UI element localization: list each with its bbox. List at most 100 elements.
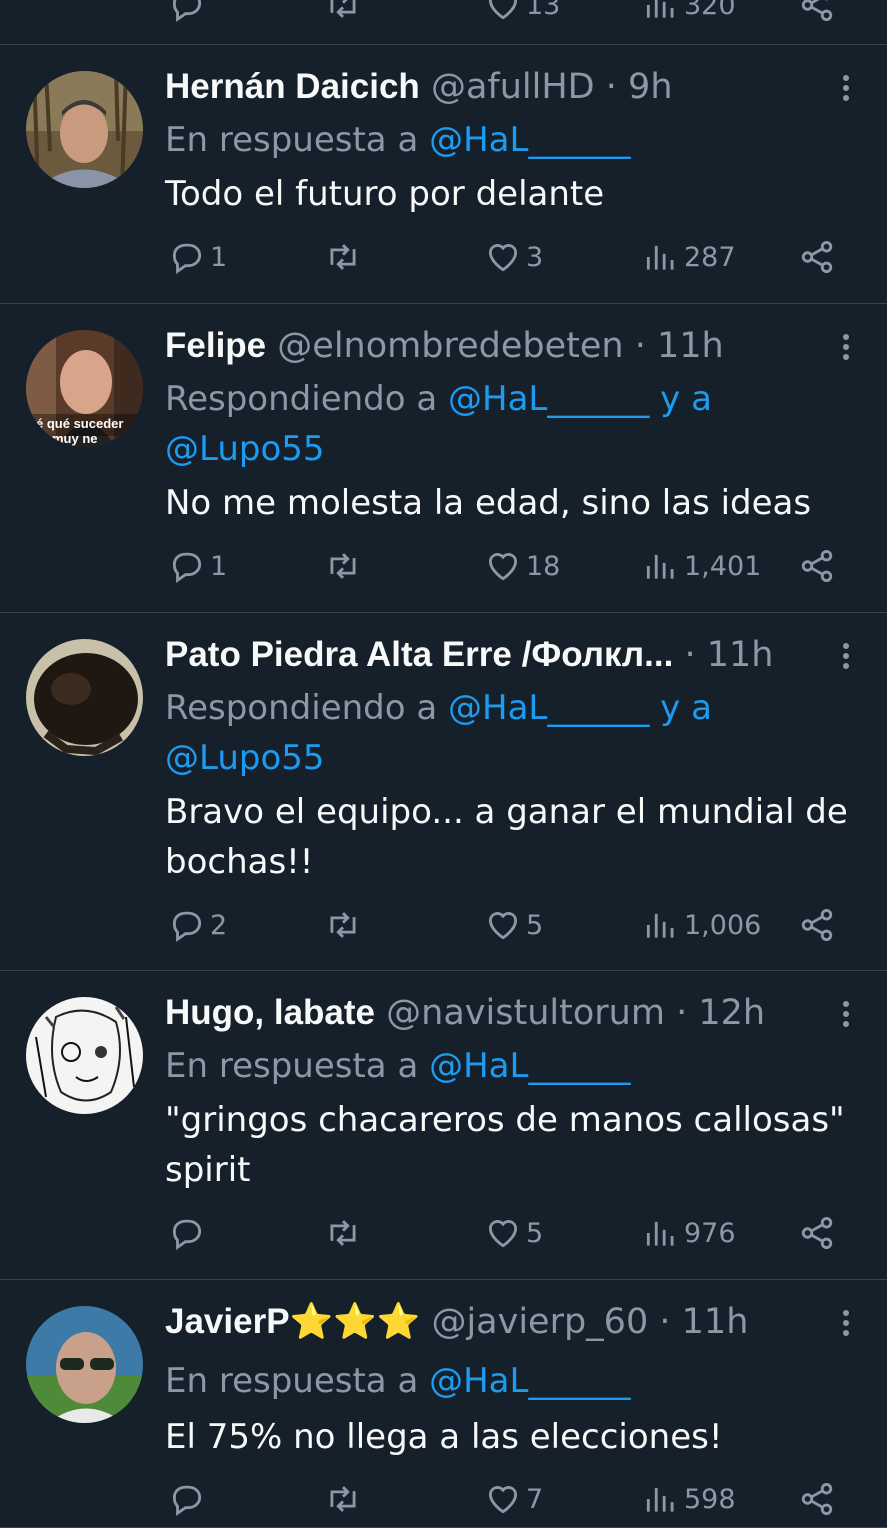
timestamp[interactable]: 9h [628,67,672,107]
more-icon[interactable] [841,1310,851,1340]
reply-prefix: En respuesta a [165,120,419,160]
retweet-button[interactable] [324,1480,362,1518]
tweet[interactable]: JavierP⭐⭐⭐ @javierp_60 · 11h En respuest… [0,1280,887,1528]
share-button[interactable] [798,1214,836,1252]
views-count: 598 [684,1483,736,1515]
avatar[interactable] [26,997,143,1114]
retweet-button[interactable] [324,547,362,585]
heart-icon [488,1486,518,1514]
views-icon [646,245,674,270]
more-icon[interactable] [841,334,851,364]
views-icon [646,554,674,579]
timestamp[interactable]: 11h [682,1302,749,1342]
timestamp[interactable]: 11h [707,635,774,675]
separator-dot: · [605,67,617,107]
avatar-image [26,1306,143,1423]
reply-to-link[interactable]: @HaL______ [429,1361,630,1401]
reply-icon [172,1219,202,1250]
author-name[interactable]: Hernán Daicich [165,67,420,106]
tweet[interactable]: Hugo, labate @navistultorum · 12h En res… [0,971,887,1280]
share-button[interactable] [798,906,836,944]
author-handle[interactable]: @javierp_60 [431,1302,648,1342]
heart-icon [488,0,518,20]
reply-button[interactable]: 1 [168,547,227,585]
retweet-button[interactable] [324,0,362,24]
retweet-button[interactable] [324,238,362,276]
like-button[interactable]: 3 [484,238,543,276]
views-button[interactable]: 287 [642,238,736,276]
like-button[interactable]: 5 [484,1214,543,1252]
views-button[interactable]: 320 [642,0,736,24]
reply-context: En respuesta a @HaL______ [165,115,847,165]
avatar[interactable] [26,1306,143,1423]
author-name[interactable]: JavierP⭐⭐⭐ [165,1302,420,1341]
separator-dot: · [634,326,646,366]
retweet-button[interactable] [324,906,362,944]
reply-prefix: En respuesta a [165,1046,419,1086]
tweet[interactable]: Hernán Daicich @afullHD · 9h En respuest… [0,45,887,304]
heart-icon [488,244,518,272]
reply-context: En respuesta a @HaL______ [165,1356,847,1406]
avatar[interactable]: é qué suceder muy ne [26,330,143,447]
more-icon[interactable] [841,643,851,673]
share-button[interactable] [798,1480,836,1518]
avatar[interactable] [26,639,143,756]
share-button[interactable] [798,238,836,276]
share-button[interactable] [798,547,836,585]
retweet-icon [330,1486,356,1512]
author-handle[interactable]: @elnombredebeten [277,326,623,366]
like-button[interactable]: 18 [484,547,560,585]
like-button[interactable]: 13 [484,0,560,24]
reply-button[interactable]: 2 [168,906,227,944]
views-count: 976 [684,1217,736,1249]
author-handle[interactable]: @afullHD [431,67,595,107]
reply-to-link[interactable]: @Lupo55 [165,738,325,778]
share-icon [801,909,833,941]
avatar[interactable] [26,71,143,188]
reply-prefix: Respondiendo a [165,688,438,728]
reply-to-link[interactable]: @HaL______ [429,120,630,160]
like-count: 18 [526,550,561,582]
more-icon[interactable] [841,75,851,105]
timestamp[interactable]: 11h [657,326,724,366]
reply-to-link[interactable]: @HaL______ [448,688,649,728]
views-icon [646,1221,674,1246]
timestamp[interactable]: 12h [698,993,765,1033]
author-name[interactable]: Felipe [165,326,266,365]
reply-count: 1 [210,550,228,582]
views-button[interactable]: 1,006 [642,906,761,944]
like-count: 13 [526,0,561,21]
views-count: 1,006 [684,909,762,941]
author-handle[interactable]: @navistultorum [386,993,665,1033]
tweet[interactable]: é qué suceder muy ne Felipe @elnombredeb… [0,304,887,613]
reply-button[interactable] [168,1480,210,1518]
reply-to-link[interactable]: @HaL______ [429,1046,630,1086]
retweet-icon [330,553,356,579]
reply-button[interactable] [168,0,206,24]
like-button[interactable]: 7 [484,1480,543,1518]
share-icon [801,241,833,273]
author-name[interactable]: Hugo, labate [165,993,375,1032]
reply-prefix: Respondiendo a [165,379,438,419]
like-button[interactable]: 5 [484,906,543,944]
tweet-text: El 75% no llega a las elecciones! [165,1417,723,1457]
retweet-icon [330,912,356,938]
retweet-button[interactable] [324,1214,362,1252]
views-button[interactable]: 1,401 [642,547,761,585]
reply-to-link[interactable]: @Lupo55 [165,429,325,469]
more-icon[interactable] [841,1001,851,1031]
reply-join: y a [660,688,712,728]
author-name[interactable]: Pato Piedra Alta Erre /Фолкл... [165,635,673,674]
retweet-icon [330,1220,356,1246]
reply-button[interactable] [168,1214,210,1252]
reply-count: 2 [210,909,228,941]
reply-button[interactable]: 1 [168,238,227,276]
views-count: 320 [684,0,736,21]
views-count: 287 [684,241,736,273]
reply-to-link[interactable]: @HaL______ [448,379,649,419]
views-button[interactable]: 598 [642,1480,736,1518]
tweet[interactable]: Pato Piedra Alta Erre /Фолкл... · 11h Re… [0,613,887,971]
share-button[interactable] [798,0,836,24]
views-button[interactable]: 976 [642,1214,736,1252]
avatar-image: é qué suceder muy ne [26,330,143,447]
